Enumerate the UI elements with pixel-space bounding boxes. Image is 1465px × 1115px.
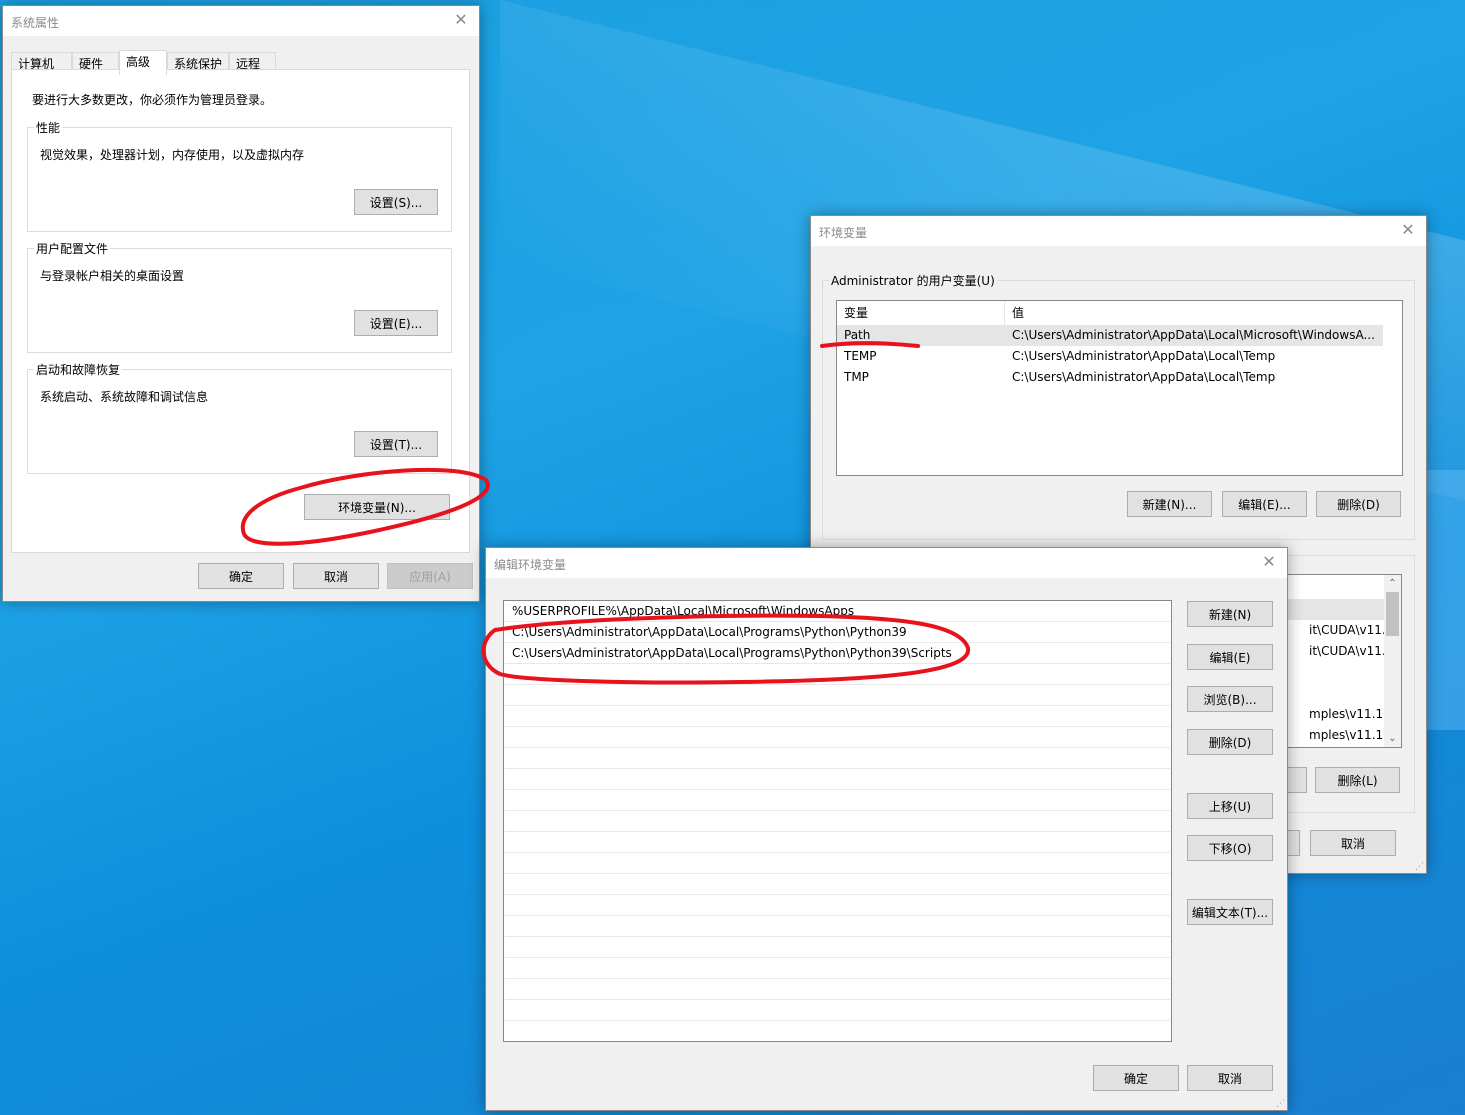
close-icon[interactable]: ✕ bbox=[451, 10, 471, 30]
title-bar: 编辑环境变量 ✕ bbox=[486, 548, 1287, 578]
ok-button[interactable]: 确定 bbox=[198, 563, 284, 589]
startup-recovery-group: 启动和故障恢复 系统启动、系统故障和调试信息 设置(T)... bbox=[27, 361, 452, 474]
group-description: 视觉效果，处理器计划，内存使用，以及虚拟内存 bbox=[40, 148, 305, 162]
variable-value: C:\Users\Administrator\AppData\Local\Mic… bbox=[1012, 328, 1375, 342]
group-label: 启动和故障恢复 bbox=[34, 361, 123, 378]
close-icon[interactable]: ✕ bbox=[1398, 220, 1418, 240]
edit-environment-variable-window: 编辑环境变量 ✕ %USERPROFILE%\AppData\Local\Mic… bbox=[485, 547, 1288, 1111]
edit-button[interactable]: 编辑(E) bbox=[1187, 644, 1273, 670]
tab-panel: 要进行大多数更改，你必须作为管理员登录。 性能 视觉效果，处理器计划，内存使用，… bbox=[11, 69, 470, 553]
user-delete-button[interactable]: 删除(D) bbox=[1316, 491, 1401, 517]
group-label: Administrator 的用户变量(U) bbox=[829, 272, 997, 289]
new-button[interactable]: 新建(N) bbox=[1187, 601, 1273, 627]
desktop-light-edge bbox=[1425, 470, 1465, 730]
group-description: 与登录帐户相关的桌面设置 bbox=[40, 269, 185, 283]
resize-grip-icon[interactable]: ⋰ bbox=[1276, 1099, 1285, 1109]
user-profiles-group: 用户配置文件 与登录帐户相关的桌面设置 设置(E)... bbox=[27, 240, 452, 353]
browse-button[interactable]: 浏览(B)... bbox=[1187, 686, 1273, 712]
user-edit-button[interactable]: 编辑(E)... bbox=[1222, 491, 1307, 517]
variable-name: TMP bbox=[844, 370, 869, 384]
list-item[interactable] bbox=[505, 1000, 1170, 1021]
scroll-thumb[interactable] bbox=[1386, 592, 1399, 636]
column-header-value[interactable]: 值 bbox=[1005, 301, 1383, 325]
list-item[interactable] bbox=[505, 727, 1170, 748]
window-title: 环境变量 bbox=[819, 226, 868, 240]
window-title: 系统属性 bbox=[11, 16, 60, 30]
list-item[interactable] bbox=[505, 958, 1170, 979]
vertical-scrollbar[interactable]: ⌃ ⌄ bbox=[1384, 575, 1401, 747]
resize-grip-icon[interactable]: ⋰ bbox=[1415, 862, 1424, 872]
list-item[interactable] bbox=[505, 937, 1170, 958]
variable-value: mples\v11.1 bbox=[1309, 728, 1384, 742]
cancel-button[interactable]: 取消 bbox=[293, 563, 379, 589]
window-title: 编辑环境变量 bbox=[494, 558, 567, 572]
move-up-button[interactable]: 上移(U) bbox=[1187, 793, 1273, 819]
title-bar: 系统属性 ✕ bbox=[3, 6, 479, 36]
performance-group: 性能 视觉效果，处理器计划，内存使用，以及虚拟内存 设置(S)... bbox=[27, 119, 452, 232]
system-properties-window: 系统属性 ✕ 计算机名 硬件 高级 系统保护 远程 要进行大多数更改，你必须作为… bbox=[2, 5, 480, 602]
cancel-button[interactable]: 取消 bbox=[1187, 1065, 1273, 1091]
user-variables-group: Administrator 的用户变量(U) 变量 值 Path C:\User… bbox=[822, 272, 1415, 540]
group-description: 系统启动、系统故障和调试信息 bbox=[40, 390, 209, 404]
cancel-button[interactable]: 取消 bbox=[1310, 830, 1396, 856]
user-variables-list: 变量 值 Path C:\Users\Administrator\AppData… bbox=[836, 300, 1403, 476]
list-item[interactable]: C:\Users\Administrator\AppData\Local\Pro… bbox=[505, 622, 1170, 643]
user-new-button[interactable]: 新建(N)... bbox=[1127, 491, 1212, 517]
table-row[interactable]: Path C:\Users\Administrator\AppData\Loca… bbox=[837, 325, 1383, 346]
apply-button[interactable]: 应用(A) bbox=[387, 563, 473, 589]
variable-value: it\CUDA\v11.1 bbox=[1309, 623, 1394, 637]
variable-value: mples\v11.1 bbox=[1309, 707, 1384, 721]
list-item[interactable] bbox=[505, 685, 1170, 706]
group-label: 用户配置文件 bbox=[34, 240, 111, 257]
variable-value: C:\Users\Administrator\AppData\Local\Tem… bbox=[1012, 370, 1276, 384]
system-delete-button[interactable]: 删除(L) bbox=[1315, 767, 1400, 793]
table-row[interactable]: TEMP C:\Users\Administrator\AppData\Loca… bbox=[837, 346, 1402, 367]
list-item[interactable] bbox=[505, 874, 1170, 895]
column-header-variable[interactable]: 变量 bbox=[837, 301, 1005, 325]
tab-advanced[interactable]: 高级 bbox=[119, 50, 167, 75]
list-item[interactable] bbox=[505, 769, 1170, 790]
variable-name: Path bbox=[844, 328, 871, 342]
performance-settings-button[interactable]: 设置(S)... bbox=[354, 189, 438, 215]
list-item[interactable] bbox=[505, 706, 1170, 727]
profile-settings-button[interactable]: 设置(E)... bbox=[354, 310, 438, 336]
edit-text-button[interactable]: 编辑文本(T)... bbox=[1187, 899, 1273, 925]
scroll-down-icon[interactable]: ⌄ bbox=[1384, 730, 1401, 747]
list-item[interactable] bbox=[505, 664, 1170, 685]
move-down-button[interactable]: 下移(O) bbox=[1187, 835, 1273, 861]
list-item[interactable]: %USERPROFILE%\AppData\Local\Microsoft\Wi… bbox=[505, 601, 1170, 622]
title-bar: 环境变量 ✕ bbox=[811, 216, 1426, 246]
list-item[interactable] bbox=[505, 895, 1170, 916]
close-icon[interactable]: ✕ bbox=[1259, 552, 1279, 572]
list-item[interactable] bbox=[505, 790, 1170, 811]
path-entries-list: %USERPROFILE%\AppData\Local\Microsoft\Wi… bbox=[503, 600, 1172, 1042]
list-item[interactable] bbox=[505, 811, 1170, 832]
list-item[interactable] bbox=[505, 916, 1170, 937]
list-item[interactable]: C:\Users\Administrator\AppData\Local\Pro… bbox=[505, 643, 1170, 664]
variable-value: it\CUDA\v11.1 bbox=[1309, 644, 1394, 658]
ok-button[interactable]: 确定 bbox=[1093, 1065, 1179, 1091]
environment-variables-button[interactable]: 环境变量(N)... bbox=[304, 494, 450, 520]
scroll-up-icon[interactable]: ⌃ bbox=[1384, 575, 1401, 592]
group-label: 性能 bbox=[34, 119, 63, 136]
delete-button[interactable]: 删除(D) bbox=[1187, 729, 1273, 755]
variable-value: C:\Users\Administrator\AppData\Local\Tem… bbox=[1012, 349, 1276, 363]
list-item[interactable] bbox=[505, 979, 1170, 1000]
list-item[interactable] bbox=[505, 853, 1170, 874]
list-item[interactable] bbox=[505, 832, 1170, 853]
table-row[interactable]: TMP C:\Users\Administrator\AppData\Local… bbox=[837, 367, 1402, 388]
admin-notice: 要进行大多数更改，你必须作为管理员登录。 bbox=[32, 93, 273, 107]
variable-name: TEMP bbox=[844, 349, 877, 363]
list-item[interactable] bbox=[505, 748, 1170, 769]
startup-settings-button[interactable]: 设置(T)... bbox=[354, 431, 438, 457]
